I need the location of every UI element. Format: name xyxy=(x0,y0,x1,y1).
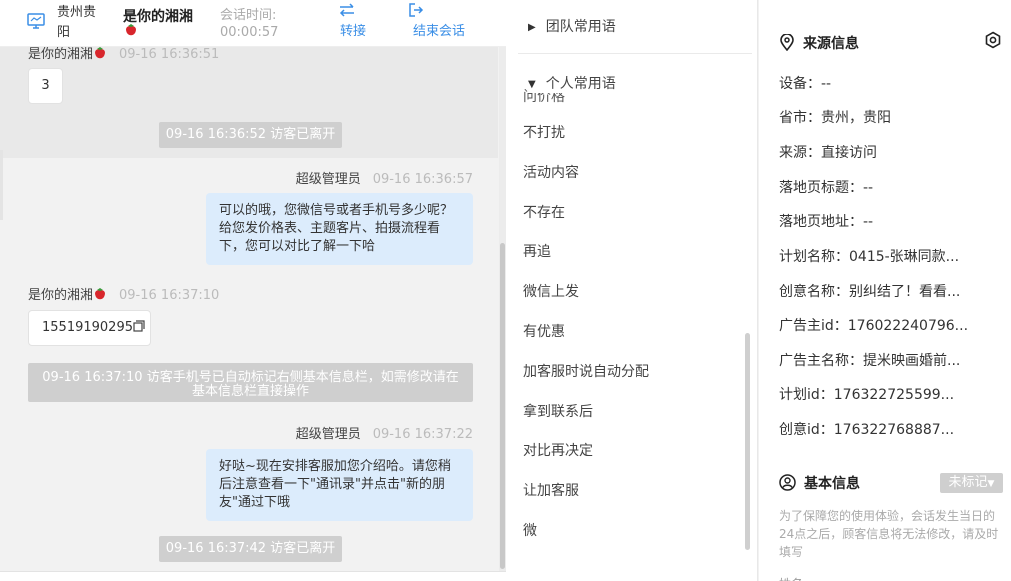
visitor-message: 3 xyxy=(28,68,63,104)
phrase-item[interactable]: 活动内容 xyxy=(523,162,579,182)
chat-scrollbar-thumb[interactable] xyxy=(500,243,505,569)
info-advertiser-name: 广告主名称：提米映画婚前... xyxy=(779,353,961,369)
end-session-label: 结束会话 xyxy=(412,24,465,39)
copy-icon[interactable] xyxy=(133,320,145,332)
visitor-location: 贵州贵阳 xyxy=(57,5,97,40)
edit-notice: 为了保障您的使用体验，会话发生当日的24点之后，顾客信息将无法修改，请及时填写 xyxy=(779,509,999,559)
basic-info-title: 基本信息 xyxy=(779,473,860,493)
system-notice: 09-16 16:36:52 访客已离开 xyxy=(159,122,342,148)
monitor-icon xyxy=(27,13,45,29)
transfer-label: 转接 xyxy=(339,24,366,39)
location-pin-icon xyxy=(780,33,794,52)
info-province-city: 省市：贵州，贵阳 xyxy=(779,110,891,126)
info-creative-name: 创意名称：别纠结了！看看... xyxy=(779,284,961,300)
phrase-scrollbar[interactable] xyxy=(745,333,750,550)
panel-edge xyxy=(0,150,3,220)
quick-phrases-panel: ▶ 团队常用语 ▼ 个人常用语 问价格 不打扰 活动内容 不存在 再追 微信上发 有… xyxy=(506,0,758,581)
phrase-item[interactable]: 微 xyxy=(523,520,537,540)
message-sender: 超级管理员 09-16 16:37:22 xyxy=(295,427,473,442)
transfer-button[interactable]: 转接 xyxy=(338,2,368,39)
info-landing-url: 落地页地址：-- xyxy=(779,214,874,230)
phrase-item[interactable]: 微信上发 xyxy=(523,281,579,301)
chat-scrollbar[interactable] xyxy=(499,47,506,571)
session-time-label: 会话时间: xyxy=(220,8,277,23)
info-source: 来源：直接访问 xyxy=(779,145,877,161)
caret-down-icon: ▼ xyxy=(987,479,995,489)
tag-dropdown[interactable]: 未标记▼ xyxy=(940,473,1003,493)
message-sender: 是你的湘湘 09-16 16:37:10 xyxy=(28,288,220,303)
info-name-label: 姓名 xyxy=(779,575,803,581)
strawberry-icon xyxy=(126,24,136,36)
phrase-item[interactable]: 有优惠 xyxy=(523,321,565,341)
phrase-group-team[interactable]: ▶ 团队常用语 xyxy=(528,16,616,36)
exit-icon xyxy=(409,3,424,17)
info-landing-title: 落地页标题：-- xyxy=(779,180,874,196)
user-circle-icon xyxy=(779,474,796,491)
system-notice: 09-16 16:37:42 访客已离开 xyxy=(159,536,342,562)
phrase-item[interactable]: 不存在 xyxy=(523,202,565,222)
visitor-message: 15519190295 xyxy=(28,310,151,346)
source-info-title: 来源信息 xyxy=(779,33,859,53)
phrase-item[interactable]: 让加客服 xyxy=(523,480,579,500)
strawberry-icon xyxy=(95,288,105,300)
chat-header: 贵州贵阳 是你的湘湘 会话时间: 00:00:57 转接 结束会话 xyxy=(0,0,506,47)
visitor-info-panel: 来源信息 设备：-- 省市：贵州，贵阳 来源：直接访问 落地页标题：-- 落地页… xyxy=(759,0,1011,581)
strawberry-icon xyxy=(95,47,105,59)
session-time-value: 00:00:57 xyxy=(220,25,279,40)
info-plan-id: 计划id：176322725599... xyxy=(779,387,955,403)
phrase-item[interactable]: 加客服时说自动分配 xyxy=(523,361,649,381)
agent-message: 好哒~现在安排客服加您介绍哈。请您稍后注意查看一下"通讯录"并点击"新的朋友"通… xyxy=(206,449,473,521)
caret-down-icon: ▼ xyxy=(528,79,536,90)
message-sender: 是你的湘湘 09-16 16:36:51 xyxy=(28,47,220,62)
message-list[interactable]: 是你的湘湘 09-16 16:36:51 3 09-16 16:36:52 访客已… xyxy=(0,47,498,571)
phone-number: 15519190295 xyxy=(42,320,133,335)
agent-message: 可以的哦，您微信号或者手机号多少呢？给您发价格表、主题客片、拍摄流程看下，您可以… xyxy=(206,193,473,265)
gear-icon[interactable] xyxy=(984,31,1002,49)
phrase-item[interactable]: 拿到联系后 xyxy=(523,401,593,421)
phrase-item[interactable]: 不打扰 xyxy=(523,122,565,142)
caret-right-icon: ▶ xyxy=(528,22,536,33)
end-session-button[interactable]: 结束会话 xyxy=(408,2,470,39)
phrase-item[interactable]: 再追 xyxy=(523,241,551,261)
info-advertiser-id: 广告主id：176022240796... xyxy=(779,318,969,334)
system-notice: 09-16 16:37:10 访客手机号已自动标记右侧基本信息栏，如需修改请在基… xyxy=(28,363,473,402)
transfer-arrows-icon xyxy=(339,3,354,17)
info-plan-name: 计划名称：0415-张琳同款... xyxy=(779,249,960,265)
info-creative-id: 创意id：176322768887... xyxy=(779,422,955,438)
input-area-edge[interactable] xyxy=(0,571,506,581)
phrase-item[interactable]: 对比再决定 xyxy=(523,440,593,460)
divider xyxy=(518,53,752,54)
info-device: 设备：-- xyxy=(779,76,832,92)
message-sender: 超级管理员 09-16 16:36:57 xyxy=(295,172,473,187)
chat-panel: 贵州贵阳 是你的湘湘 会话时间: 00:00:57 转接 结束会话 是你的湘湘 … xyxy=(0,0,506,581)
phrase-group-personal[interactable]: ▼ 个人常用语 xyxy=(528,73,620,93)
